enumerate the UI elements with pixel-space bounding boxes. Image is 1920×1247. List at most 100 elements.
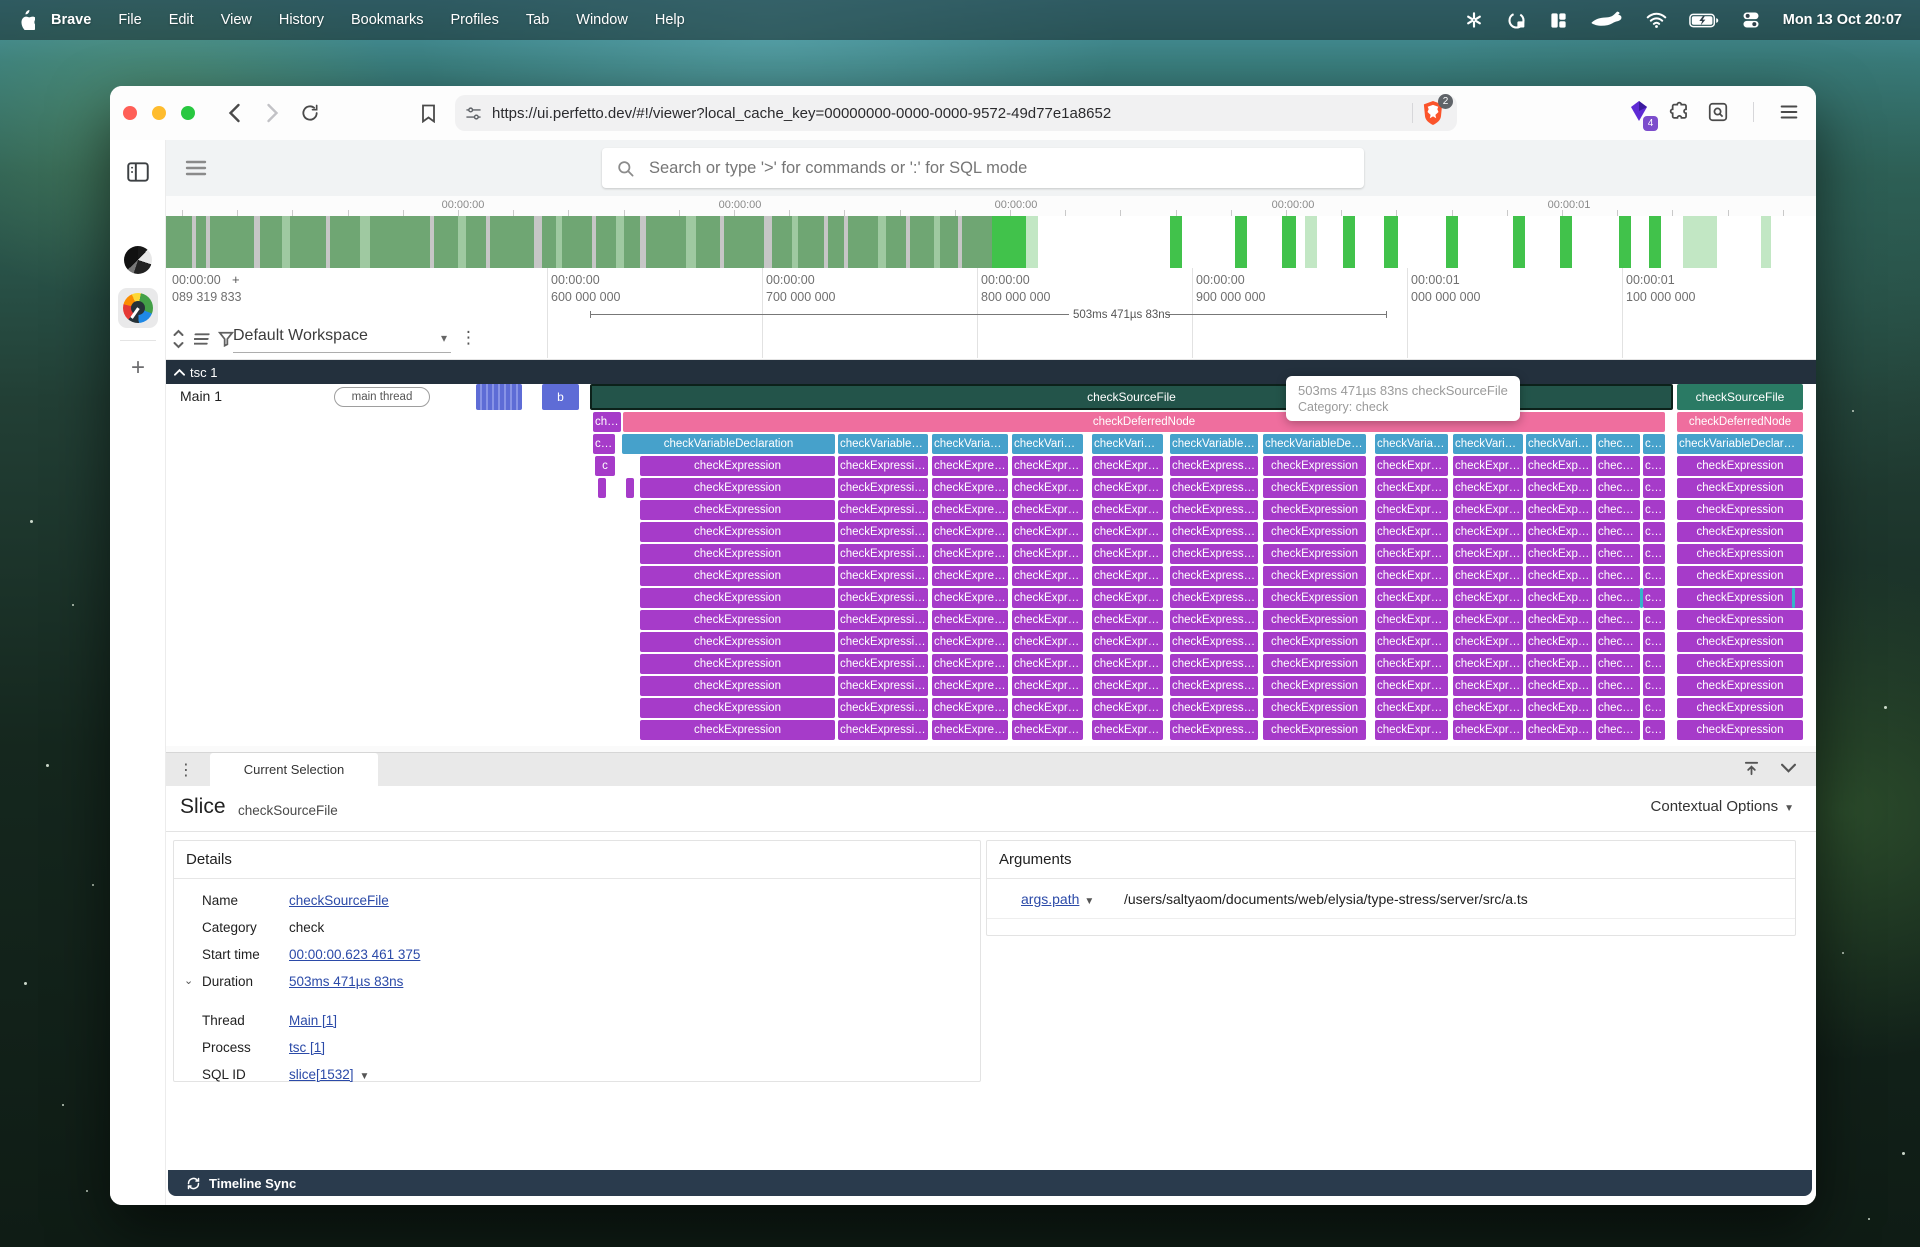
flame-slice[interactable]: checkExpression [838, 698, 928, 718]
flame-slice[interactable]: checkExpression [838, 720, 928, 740]
window-tiles-icon[interactable] [1549, 11, 1568, 30]
flame-slice[interactable]: checkVariableDeclaration [1012, 434, 1083, 454]
flame-slice[interactable]: checkExpression [1596, 698, 1640, 718]
flame-slice[interactable]: checkExpression [1643, 632, 1665, 652]
flame-slice[interactable]: checkExpression [640, 676, 835, 696]
flame-slice[interactable]: checkExpression [1526, 654, 1592, 674]
flame-slice[interactable]: checkExpression [1170, 566, 1258, 586]
flame-slice[interactable]: checkExpression [932, 500, 1008, 520]
flame-slice[interactable]: checkExpression [1170, 544, 1258, 564]
flame-slice[interactable]: checkExpression [1092, 654, 1163, 674]
flame-slice[interactable]: checkExpression [838, 478, 928, 498]
flame-slice[interactable]: checkExpression [1263, 522, 1366, 542]
flame-slice[interactable]: checkExpression [1596, 544, 1640, 564]
back-button[interactable] [222, 101, 246, 125]
flame-slice[interactable]: checkExpression [1263, 588, 1366, 608]
tab-favicon-perfetto[interactable] [118, 288, 158, 328]
flame-slice[interactable]: checkExpression [932, 456, 1008, 476]
flame-slice[interactable]: checkExpression [1526, 500, 1592, 520]
flame-slice[interactable]: checkExpression [1677, 544, 1803, 564]
zoom-window-button[interactable] [181, 106, 195, 120]
flame-slice[interactable]: checkExpression [1643, 654, 1665, 674]
flame-slice[interactable]: checkExpression [838, 522, 928, 542]
flame-slice[interactable]: checkExpression [1643, 478, 1665, 498]
flame-slice[interactable] [598, 478, 606, 498]
flame-slice[interactable]: checkExpression [1375, 500, 1448, 520]
flame-slice[interactable]: checkExpression [1526, 478, 1592, 498]
flame-slice[interactable]: checkExpression [1453, 566, 1523, 586]
flame-slice[interactable]: checkExpression [1643, 610, 1665, 630]
flame-slice[interactable]: checkExpression [932, 566, 1008, 586]
flame-slice[interactable]: checkExpression [1526, 456, 1592, 476]
details-value-link[interactable]: tsc [1] [289, 1034, 325, 1061]
menu-item-file[interactable]: File [118, 12, 141, 28]
brave-shield-icon[interactable]: 2 [1421, 100, 1447, 126]
flame-slice[interactable]: checkExpression [1375, 456, 1448, 476]
menu-item-window[interactable]: Window [576, 12, 628, 28]
flame-slice[interactable]: checkDeferredNode [593, 412, 621, 432]
flame-slice[interactable]: checkExpression [640, 654, 835, 674]
flame-slice[interactable]: checkExpression [1453, 698, 1523, 718]
flame-slice[interactable]: checkExpression [1012, 632, 1083, 652]
menu-item-view[interactable]: View [221, 12, 252, 28]
flame-slice[interactable]: checkExpression [1012, 676, 1083, 696]
flame-slice[interactable]: checkExpression [1012, 654, 1083, 674]
flame-slice[interactable]: checkExpression [1263, 500, 1366, 520]
flame-slice[interactable]: checkExpression [1012, 456, 1083, 476]
flame-slice[interactable]: checkExpression [1596, 500, 1640, 520]
contextual-options-button[interactable]: Contextual Options▼ [1651, 798, 1794, 815]
flame-slice[interactable]: checkExpression [1170, 588, 1258, 608]
flame-slice[interactable]: checkExpression [1092, 566, 1163, 586]
filter-icon[interactable] [218, 331, 234, 352]
minimize-window-button[interactable] [152, 106, 166, 120]
flame-slice[interactable]: checkExpression [1092, 500, 1163, 520]
flame-slice[interactable]: checkExpression [1012, 566, 1083, 586]
flame-slice[interactable]: checkExpression [1526, 566, 1592, 586]
flame-slice[interactable]: checkExpression [640, 632, 835, 652]
flame-slice[interactable]: checkExpression [932, 654, 1008, 674]
apple-logo-icon[interactable] [18, 10, 35, 30]
flame-slice[interactable]: checkExpression [1453, 720, 1523, 740]
flame-slice[interactable]: checkExpression [1375, 720, 1448, 740]
flame-slice[interactable]: checkExpression [1643, 720, 1665, 740]
flame-slice[interactable]: checkExpression [640, 500, 835, 520]
flame-slice[interactable]: checkSourceFile [1677, 384, 1803, 410]
flame-slice[interactable]: checkExpression [1453, 500, 1523, 520]
flame-slice[interactable]: checkVariableDeclaration [622, 434, 835, 454]
flame-slice[interactable]: checkExpression [1677, 522, 1803, 542]
flame-slice[interactable]: checkExpression [1526, 610, 1592, 630]
menu-item-bookmarks[interactable]: Bookmarks [351, 12, 424, 28]
flame-slice[interactable]: checkExpression [1596, 632, 1640, 652]
flame-slice[interactable]: checkExpression [640, 456, 835, 476]
flame-slice[interactable]: checkExpression [1643, 676, 1665, 696]
flame-slice[interactable]: checkExpression [1596, 720, 1640, 740]
collapse-tracks-icon[interactable] [170, 329, 187, 354]
flame-slice[interactable]: checkExpression [1012, 588, 1083, 608]
flame-slice[interactable]: checkExpression [1596, 588, 1640, 608]
flame-slice[interactable]: checkExpression [1526, 632, 1592, 652]
tab-menu-icon[interactable]: ⋮ [178, 760, 194, 780]
flame-slice[interactable]: checkExpression [640, 544, 835, 564]
flame-slice[interactable]: checkExpression [1453, 610, 1523, 630]
details-value-link[interactable]: 00:00:00.623 461 375 [289, 941, 420, 968]
flame-slice[interactable]: checkExpression [1263, 456, 1366, 476]
flame-slice[interactable] [1792, 588, 1795, 608]
flame-slice[interactable]: checkExpression [1453, 544, 1523, 564]
flame-slice[interactable]: checkExpression [1375, 610, 1448, 630]
workspace-selector[interactable]: Default Workspace ▾ [233, 327, 451, 353]
flame-slice[interactable]: checkExpression [1596, 676, 1640, 696]
flame-slice[interactable]: checkExpression [1596, 522, 1640, 542]
flame-slice[interactable]: checkExpression [838, 676, 928, 696]
flame-slice[interactable] [476, 384, 522, 410]
flame-slice[interactable]: checkExpression [1170, 522, 1258, 542]
expander-chevron-icon[interactable]: ⌄ [184, 968, 193, 995]
flame-slice[interactable]: checkExpression [838, 632, 928, 652]
flame-slice[interactable]: checkDeferredNode [1677, 412, 1803, 432]
perfetto-menu-icon[interactable] [184, 156, 208, 180]
flame-slice[interactable]: checkExpression [1526, 544, 1592, 564]
thread-chip[interactable]: main thread [334, 387, 430, 407]
argument-key-link[interactable]: args.path▼ [1021, 879, 1094, 922]
flame-slice[interactable]: checkExpression [640, 588, 835, 608]
flame-slice[interactable]: checkExpression [1263, 632, 1366, 652]
flame-slice[interactable]: checkExpression [1643, 522, 1665, 542]
